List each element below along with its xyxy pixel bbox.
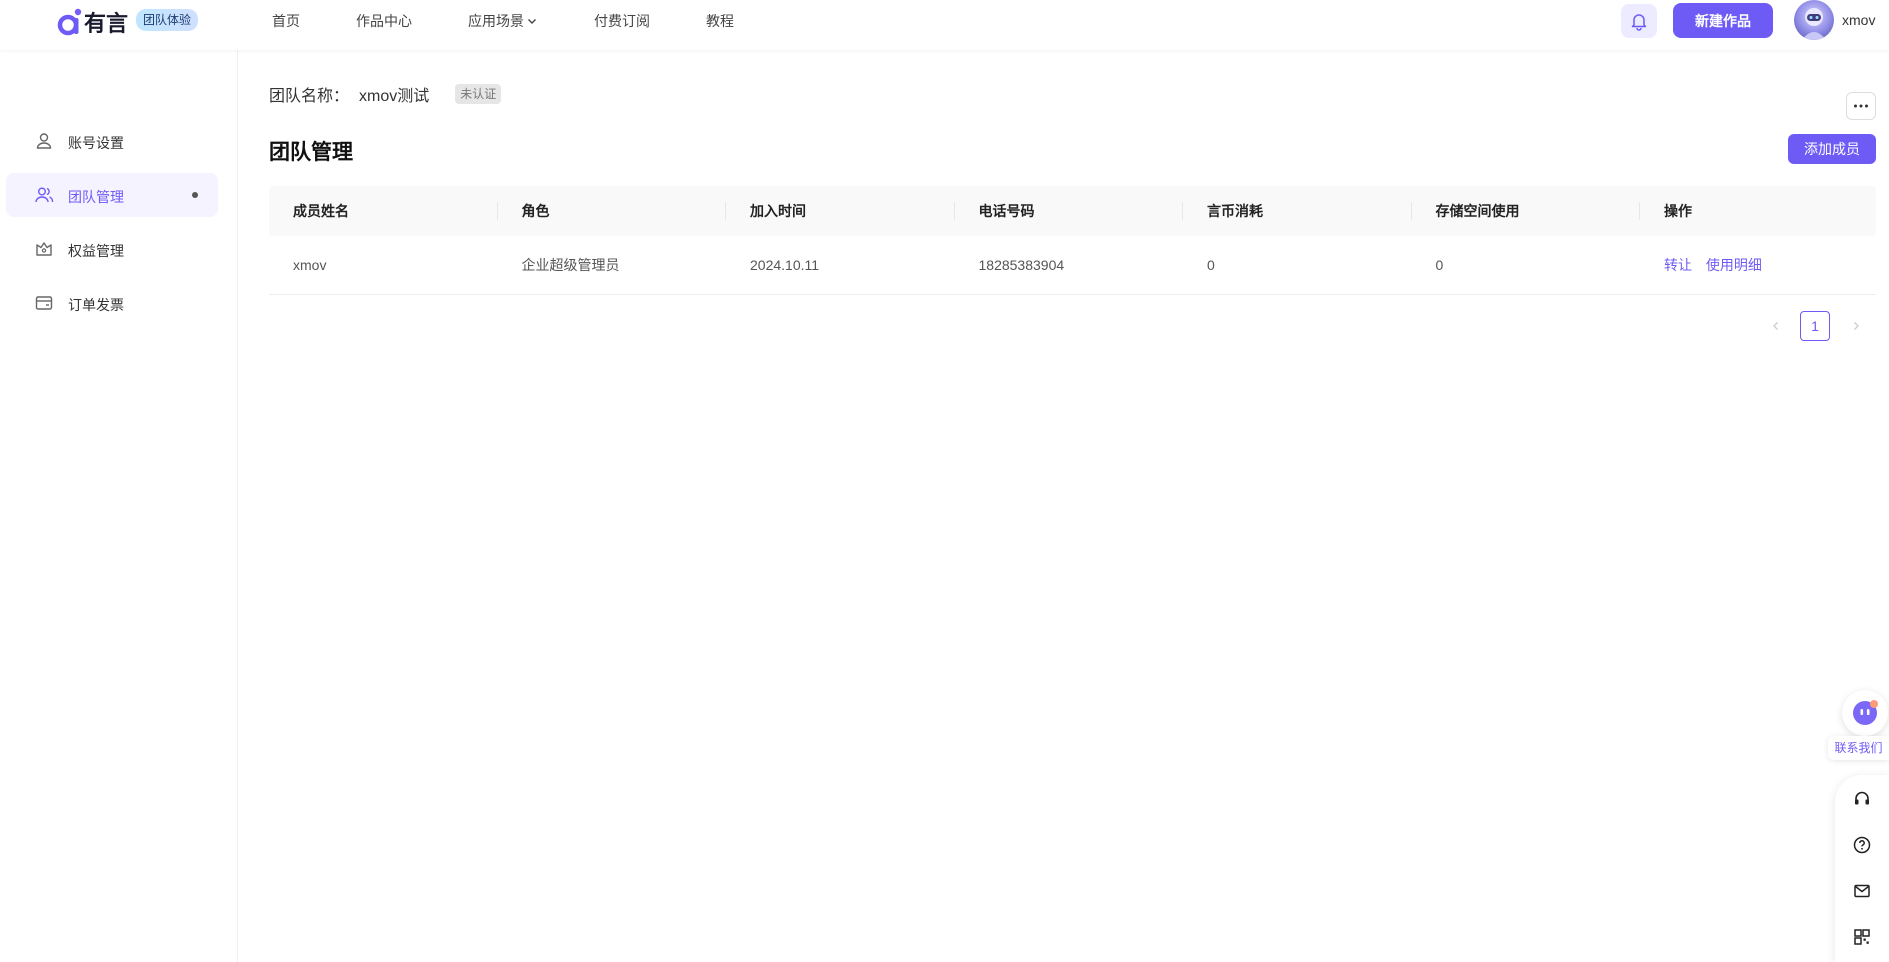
chevron-down-icon	[528, 19, 536, 24]
more-dots-icon	[1854, 104, 1868, 108]
team-name-value: xmov测试	[359, 88, 430, 105]
qr-code-icon	[1854, 929, 1870, 945]
user-icon	[36, 133, 52, 149]
cell-storage: 0	[1435, 257, 1444, 273]
headset-icon	[1855, 791, 1869, 805]
table-row: xmov 企业超级管理员 2024.10.11 18285383904 0 0 …	[269, 236, 1876, 295]
wallet-icon	[35, 296, 53, 310]
bot-face-icon	[1853, 700, 1878, 725]
more-options-button[interactable]	[1846, 92, 1876, 120]
sidebar-item-team[interactable]: 团队管理	[6, 173, 218, 217]
column-header-role: 角色	[498, 186, 727, 236]
robot-avatar-icon	[1802, 8, 1826, 40]
message-button[interactable]	[1850, 879, 1874, 903]
nav-scenarios-label: 应用场景	[468, 13, 524, 29]
chevron-right-icon	[1854, 322, 1859, 330]
next-page-button[interactable]	[1846, 316, 1866, 336]
column-header-storage: 存储空间使用	[1412, 186, 1641, 236]
cell-actions: 转让 使用明细	[1640, 236, 1869, 294]
sidebar-item-orders[interactable]: 订单发票	[6, 281, 218, 325]
column-header-actions: 操作	[1664, 203, 1692, 219]
main-nav: 首页 作品中心 应用场景 付费订阅 教程	[272, 0, 790, 42]
column-header-phone: 电话号码	[955, 186, 1184, 236]
contact-us-widget[interactable]: 联系我们	[1828, 690, 1889, 762]
bell-icon	[1631, 14, 1647, 31]
sidebar-item-label: 账号设置	[68, 135, 124, 151]
sidebar-item-benefits[interactable]: 权益管理	[6, 227, 218, 271]
nav-home[interactable]: 首页	[272, 11, 300, 31]
cell-role: 企业超级管理员	[521, 257, 620, 273]
pagination: 1	[1766, 311, 1876, 341]
cell-joined: 2024.10.11	[750, 257, 820, 273]
team-name-row: 团队名称： xmov测试 未认证	[269, 82, 502, 106]
nav-works[interactable]: 作品中心	[356, 11, 412, 31]
sidebar-item-label: 团队管理	[68, 189, 124, 205]
cell-phone: 18285383904	[978, 257, 1065, 273]
sidebar-item-label: 订单发票	[68, 297, 124, 313]
mail-icon	[1854, 884, 1870, 898]
help-button[interactable]	[1850, 833, 1874, 857]
top-navbar: 有言 团队体验 首页 作品中心 应用场景 付费订阅 教程 新建作品 xmov	[0, 0, 1889, 50]
table-header: 成员姓名 角色 加入时间 电话号码 言币消耗 存储空间使用 操作	[269, 186, 1876, 236]
team-icon	[35, 187, 54, 203]
brand-name: 有言	[84, 12, 129, 37]
active-indicator-dot	[192, 192, 198, 198]
avatar[interactable]	[1794, 0, 1834, 40]
nav-tutorial[interactable]: 教程	[706, 11, 734, 31]
certification-status-badge: 未认证	[455, 84, 502, 104]
logo-mark-icon	[56, 7, 82, 37]
brand-logo[interactable]: 有言	[56, 6, 128, 38]
sidebar-item-account[interactable]: 账号设置	[6, 119, 218, 163]
prev-page-button[interactable]	[1766, 316, 1786, 336]
customer-service-button[interactable]	[1850, 787, 1874, 811]
sidebar: 账号设置 团队管理 权益管理 订单发票	[0, 50, 238, 962]
benefits-icon	[36, 242, 52, 256]
assistant-bot-button[interactable]	[1842, 690, 1888, 736]
transfer-link[interactable]: 转让	[1664, 257, 1692, 273]
column-header-joined: 加入时间	[726, 186, 955, 236]
team-trial-badge: 团队体验	[136, 9, 199, 31]
floating-toolbar	[1835, 775, 1889, 962]
column-header-name: 成员姓名	[269, 186, 498, 236]
nav-scenarios[interactable]: 应用场景	[468, 11, 538, 31]
question-circle-icon	[1853, 836, 1871, 854]
qr-code-button[interactable]	[1850, 925, 1874, 949]
cell-coins: 0	[1207, 257, 1215, 273]
chevron-left-icon	[1773, 322, 1778, 330]
contact-us-label[interactable]: 联系我们	[1828, 736, 1889, 760]
usage-details-link[interactable]: 使用明细	[1706, 257, 1762, 273]
nav-subscription[interactable]: 付费订阅	[594, 11, 650, 31]
cell-name: xmov	[293, 257, 327, 273]
username[interactable]: xmov	[1842, 12, 1875, 28]
column-header-coins: 言币消耗	[1183, 186, 1412, 236]
page-title: 团队管理	[269, 141, 353, 164]
sidebar-item-label: 权益管理	[68, 243, 124, 259]
new-work-button[interactable]: 新建作品	[1673, 3, 1773, 38]
page-number-current[interactable]: 1	[1800, 311, 1830, 341]
add-member-button[interactable]: 添加成员	[1788, 134, 1876, 164]
members-table: 成员姓名 角色 加入时间 电话号码 言币消耗 存储空间使用 操作 xmov 企业…	[269, 186, 1876, 295]
team-name-label: 团队名称：	[269, 88, 350, 105]
notification-button[interactable]	[1621, 4, 1657, 38]
